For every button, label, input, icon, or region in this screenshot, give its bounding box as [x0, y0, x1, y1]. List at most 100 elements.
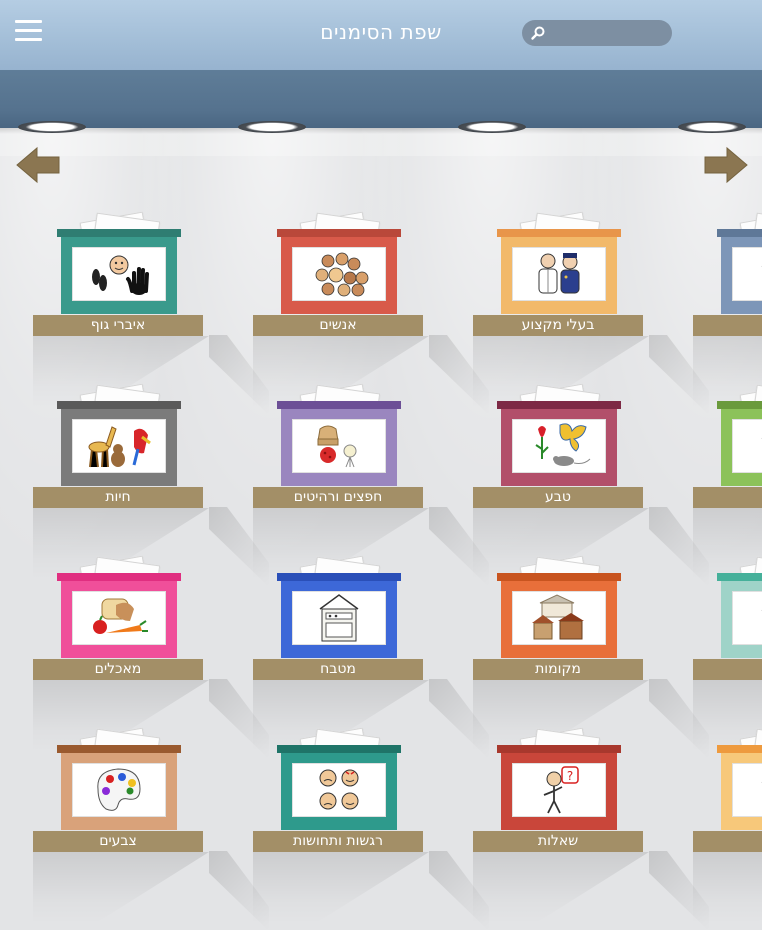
- arrow-left-icon[interactable]: [15, 146, 61, 184]
- partial-category-icon: [732, 763, 762, 817]
- questions-icon: ?: [512, 763, 606, 817]
- box-front: [281, 753, 397, 830]
- box-front: [501, 237, 617, 314]
- box-front: [721, 409, 762, 486]
- animals-icon: [72, 419, 166, 473]
- category-tile[interactable]: טבע: [473, 383, 709, 587]
- category-box[interactable]: [717, 401, 762, 486]
- category-tile[interactable]: בעלי מקצוע: [473, 211, 709, 415]
- category-box[interactable]: [57, 401, 181, 486]
- box-lid: [57, 229, 181, 237]
- category-box[interactable]: [497, 229, 621, 314]
- shelf-shadow: [253, 852, 429, 924]
- category-label: מקומות: [473, 659, 643, 680]
- category-tile[interactable]: צבעים: [33, 727, 269, 930]
- category-box[interactable]: ?: [497, 745, 621, 830]
- search-input[interactable]: [554, 23, 666, 45]
- category-tile[interactable]: חפצים ורהיטים: [253, 383, 489, 587]
- shelf-shadow: [693, 852, 762, 924]
- category-tile[interactable]: אנשים: [253, 211, 489, 415]
- category-label: מטבח: [253, 659, 423, 680]
- category-label: טבע: [473, 487, 643, 508]
- ceiling-lamp-icon: [458, 121, 526, 133]
- category-label: איברי גוף: [33, 315, 203, 336]
- ceiling-lamp-icon: [18, 121, 86, 133]
- box-lid: [717, 745, 762, 753]
- places-icon: [512, 591, 606, 645]
- category-tile[interactable]: ? שאלות: [473, 727, 709, 930]
- box-lid: [277, 573, 401, 581]
- box-front: [721, 581, 762, 658]
- category-tile[interactable]: מטבח: [253, 555, 489, 759]
- category-box[interactable]: [717, 745, 762, 830]
- app-root: שפת הסימנים איברי גוף אנשים בעלי מקצוע ח…: [0, 0, 762, 930]
- box-lid: [497, 745, 621, 753]
- box-front: [281, 237, 397, 314]
- ceiling-lamp-icon: [678, 121, 746, 133]
- category-label: בעלי מקצוע: [473, 315, 643, 336]
- category-box[interactable]: [497, 401, 621, 486]
- arrow-right-icon[interactable]: [703, 146, 749, 184]
- category-label: אנשים: [253, 315, 423, 336]
- category-box[interactable]: [57, 745, 181, 830]
- food-icon: [72, 591, 166, 645]
- professionals-icon: [512, 247, 606, 301]
- category-label: ם: [693, 831, 762, 852]
- category-label: [693, 487, 762, 508]
- category-tile[interactable]: [693, 211, 762, 408]
- partial-category-icon: [732, 419, 762, 473]
- shelf-shadow: [33, 852, 209, 924]
- body-parts-icon: [72, 247, 166, 301]
- box-lid: [717, 573, 762, 581]
- kitchen-icon: [292, 591, 386, 645]
- box-lid: [497, 229, 621, 237]
- box-lid: [57, 401, 181, 409]
- category-label: [693, 315, 762, 336]
- box-front: [501, 409, 617, 486]
- category-label: חפצים ורהיטים: [253, 487, 423, 508]
- box-front: [61, 237, 177, 314]
- category-box[interactable]: [277, 401, 401, 486]
- objects-furniture-icon: [292, 419, 386, 473]
- partial-category-icon: [732, 591, 762, 645]
- category-box[interactable]: [717, 573, 762, 658]
- box-front: [61, 409, 177, 486]
- colors-palette-icon: [72, 763, 166, 817]
- people-icon: [292, 247, 386, 301]
- category-box[interactable]: [57, 573, 181, 658]
- category-tile[interactable]: מקומות: [473, 555, 709, 759]
- category-tile[interactable]: [693, 383, 762, 580]
- category-box[interactable]: [57, 229, 181, 314]
- box-lid: [497, 573, 621, 581]
- category-box[interactable]: [497, 573, 621, 658]
- emotions-icon: [292, 763, 386, 817]
- nature-icon: [512, 419, 606, 473]
- partial-category-icon: [732, 247, 762, 301]
- box-front: [281, 581, 397, 658]
- box-front: [721, 237, 762, 314]
- category-tile[interactable]: חיות: [33, 383, 269, 587]
- category-box[interactable]: [717, 229, 762, 314]
- category-box[interactable]: [277, 745, 401, 830]
- category-label: [693, 659, 762, 680]
- box-lid: [497, 401, 621, 409]
- category-label: רגשות ותחושות: [253, 831, 423, 852]
- box-front: [281, 409, 397, 486]
- shelf-shadow: [473, 852, 649, 924]
- category-tile[interactable]: רגשות ותחושות: [253, 727, 489, 930]
- ceiling-lamp-icon: [238, 121, 306, 133]
- box-front: [501, 581, 617, 658]
- search-box[interactable]: [522, 20, 672, 46]
- category-label: צבעים: [33, 831, 203, 852]
- category-box[interactable]: [277, 573, 401, 658]
- box-front: [61, 753, 177, 830]
- category-label: שאלות: [473, 831, 643, 852]
- category-box[interactable]: [277, 229, 401, 314]
- category-tile[interactable]: ם: [693, 727, 762, 924]
- category-tile[interactable]: [693, 555, 762, 752]
- box-lid: [717, 229, 762, 237]
- category-tile[interactable]: מאכלים: [33, 555, 269, 759]
- search-icon[interactable]: [530, 25, 546, 41]
- box-front: ?: [501, 753, 617, 830]
- category-tile[interactable]: איברי גוף: [33, 211, 269, 415]
